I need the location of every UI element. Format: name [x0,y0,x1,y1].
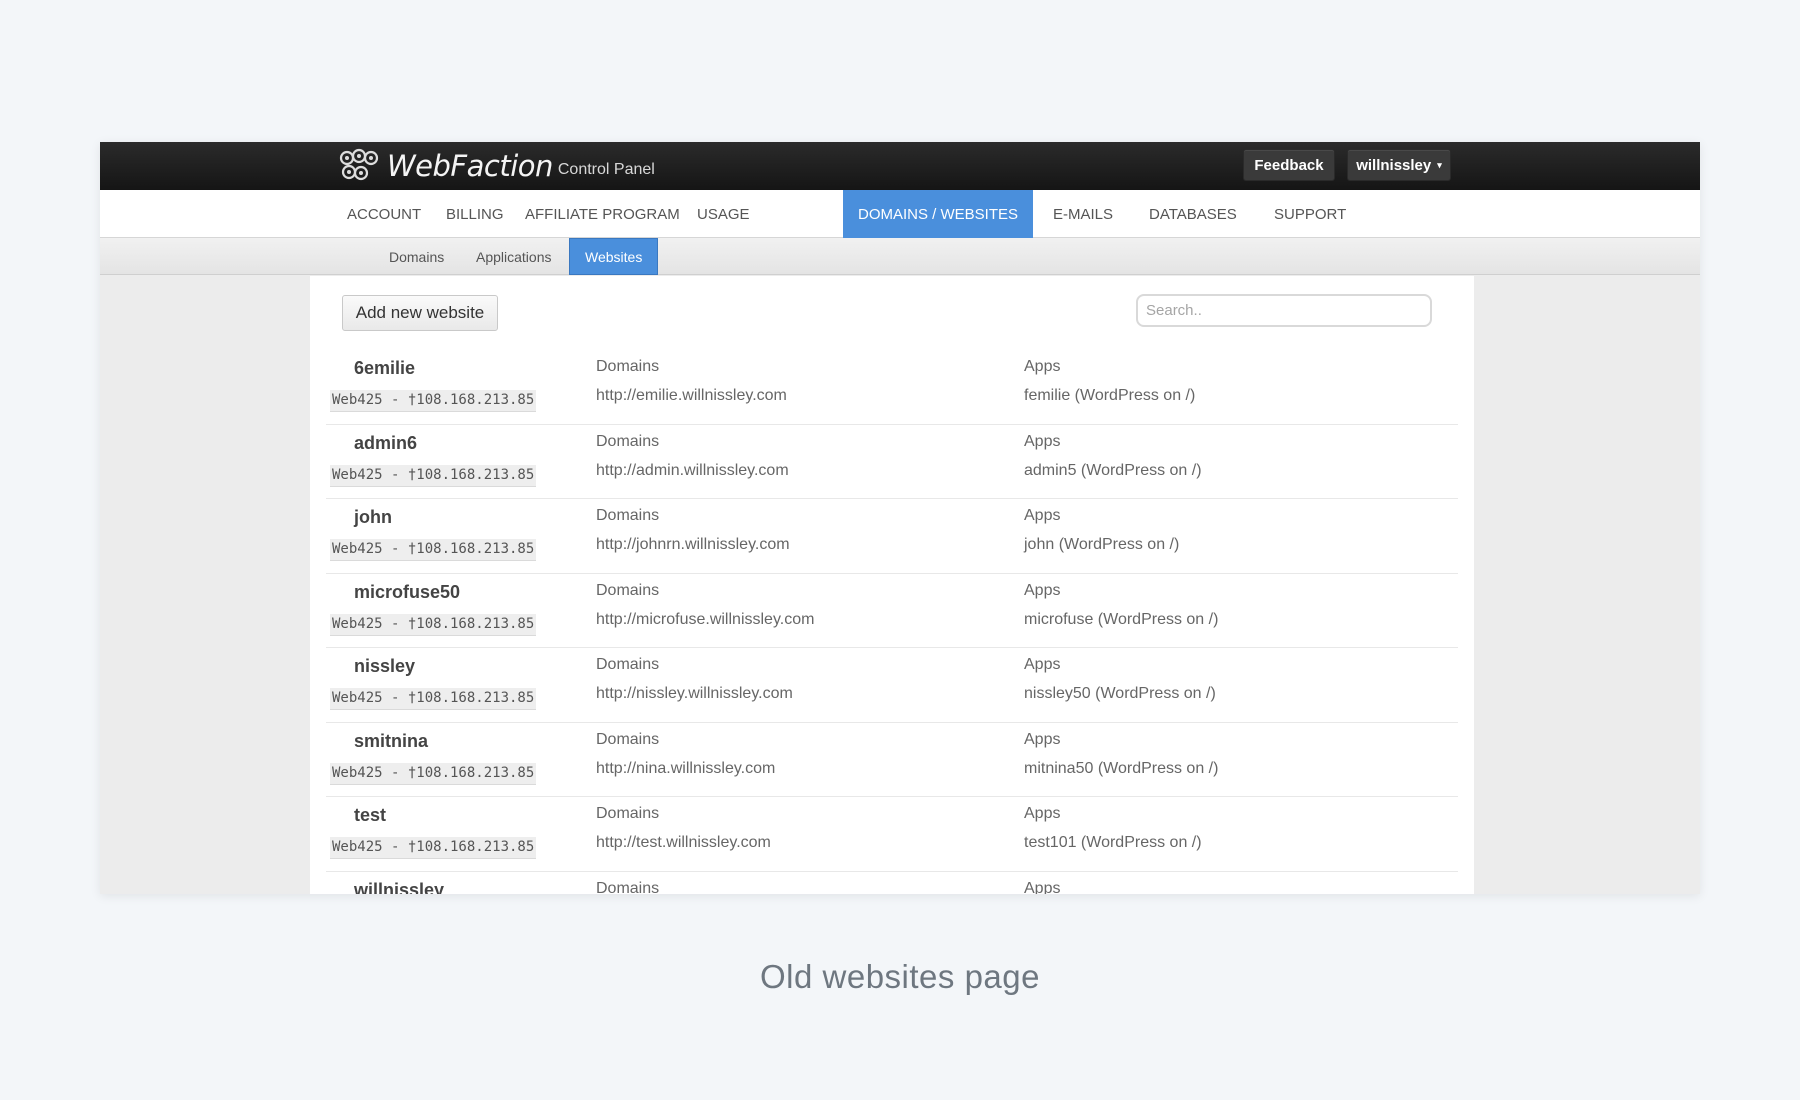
nav-label: SUPPORT [1274,205,1347,223]
subnav-applications[interactable]: Applications [461,238,567,275]
main-nav: ACCOUNT BILLING AFFILIATE PROGRAM USAGE … [100,190,1700,246]
screenshot-frame: WebFaction Control Panel Feedback willni… [100,142,1700,894]
apps-heading: Apps [1024,507,1061,524]
app-link[interactable]: admin5 (WordPress on /) [1024,462,1202,480]
brand-subtitle: Control Panel [557,161,655,178]
websites-panel: Add new website 6emilie Web425 - †108.16… [310,276,1474,894]
domain-link[interactable]: http://test.willnissley.com [596,834,771,852]
website-name[interactable]: test [354,805,386,826]
app-link[interactable]: femilie (WordPress on /) [1024,387,1195,405]
app-link[interactable]: mitnina50 (WordPress on /) [1024,760,1218,778]
apps-heading: Apps [1024,879,1061,895]
website-row[interactable]: microfuse50 Web425 - †108.168.213.85 Dom… [326,574,1458,648]
website-name[interactable]: nissley [354,656,415,677]
app-link[interactable]: john (WordPress on /) [1024,536,1179,554]
feedback-button[interactable]: Feedback [1243,149,1335,181]
website-row[interactable]: test Web425 - †108.168.213.85 Domains ht… [326,797,1458,872]
nav-label: ACCOUNT [347,205,422,223]
chevron-down-icon: ▾ [1437,159,1442,170]
add-new-website-button[interactable]: Add new website [342,295,498,331]
domain-link[interactable]: http://emilie.willnissley.com [596,387,787,405]
nav-databases[interactable]: DATABASES [1129,190,1257,238]
user-menu-button[interactable]: willnissley ▾ [1347,149,1451,181]
top-bar: WebFaction Control Panel Feedback willni… [100,142,1700,190]
domains-heading: Domains [596,730,660,748]
sub-nav: Domains Applications Websites [100,238,1700,275]
nav-label: AFFILIATE PROGRAM [525,205,680,223]
nav-label: DATABASES [1149,205,1237,223]
app-link[interactable]: test101 (WordPress on /) [1024,834,1202,852]
search-input[interactable] [1136,294,1432,327]
image-caption: Old websites page [760,958,1040,995]
nav-support[interactable]: SUPPORT [1254,190,1366,238]
subnav-websites[interactable]: Websites [569,238,659,275]
nav-domains-websites[interactable]: DOMAINS / WEBSITES [843,190,1033,246]
nav-account[interactable]: ACCOUNT [327,190,441,238]
app-link[interactable]: microfuse (WordPress on /) [1024,611,1218,629]
website-row[interactable]: willnissley Domains Apps [326,872,1458,895]
nav-affiliate-program[interactable]: AFFILIATE PROGRAM [505,190,700,238]
domains-heading: Domains [596,507,660,524]
domain-link[interactable]: http://johnrn.willnissley.com [596,536,790,554]
subnav-label: Applications [476,248,552,265]
subnav-domains[interactable]: Domains [374,238,459,275]
nav-label: BILLING [446,205,504,223]
domain-link[interactable]: http://nissley.willnissley.com [596,685,793,703]
server-info: Web425 - †108.168.213.85 [330,390,537,412]
server-info: Web425 - †108.168.213.85 [330,688,537,710]
domains-heading: Domains [596,805,660,822]
website-name[interactable]: admin6 [354,433,417,454]
nav-label: USAGE [697,205,750,223]
add-button-label: Add new website [355,303,485,322]
website-name[interactable]: john [354,507,392,528]
domains-heading: Domains [596,879,660,895]
webfaction-logo-icon [339,148,379,181]
nav-label: DOMAINS / WEBSITES [857,205,1019,223]
website-row[interactable]: nissley Web425 - †108.168.213.85 Domains… [326,648,1458,723]
subnav-label: Websites [585,248,643,265]
server-info: Web425 - †108.168.213.85 [330,539,537,561]
apps-heading: Apps [1024,432,1061,450]
domains-heading: Domains [596,656,660,673]
brand-name: WebFaction [387,149,553,183]
apps-heading: Apps [1024,805,1061,822]
apps-heading: Apps [1024,656,1061,673]
apps-heading: Apps [1024,581,1061,599]
nav-emails[interactable]: E-MAILS [1033,190,1133,238]
nav-label: E-MAILS [1053,205,1114,223]
apps-heading: Apps [1024,358,1061,375]
websites-list: 6emilie Web425 - †108.168.213.85 Domains… [310,350,1474,894]
server-info: Web425 - †108.168.213.85 [330,464,537,487]
domains-heading: Domains [596,358,660,375]
website-name[interactable]: willnissley [354,880,444,895]
server-info: Web425 - †108.168.213.85 [330,837,537,859]
website-row[interactable]: admin6 Web425 - †108.168.213.85 Domains … [326,425,1458,499]
domain-link[interactable]: http://microfuse.willnissley.com [596,611,814,629]
brand-logo[interactable]: WebFaction Control Panel [335,147,655,183]
website-name[interactable]: 6emilie [354,358,415,379]
apps-heading: Apps [1024,730,1061,748]
user-name: willnissley [1356,156,1432,174]
website-name[interactable]: microfuse50 [354,582,460,603]
domain-link[interactable]: http://admin.willnissley.com [596,462,789,480]
feedback-label: Feedback [1254,156,1324,174]
website-row[interactable]: 6emilie Web425 - †108.168.213.85 Domains… [326,350,1458,425]
website-name[interactable]: smitnina [354,731,428,752]
domains-heading: Domains [596,432,660,450]
website-row[interactable]: smitnina Web425 - †108.168.213.85 Domain… [326,723,1458,797]
app-link[interactable]: nissley50 (WordPress on /) [1024,685,1216,703]
website-row[interactable]: john Web425 - †108.168.213.85 Domains ht… [326,499,1458,574]
server-info: Web425 - †108.168.213.85 [330,613,537,636]
domain-link[interactable]: http://nina.willnissley.com [596,760,775,778]
domains-heading: Domains [596,581,660,599]
nav-usage[interactable]: USAGE [677,190,770,238]
server-info: Web425 - †108.168.213.85 [330,762,537,785]
subnav-label: Domains [389,248,445,265]
